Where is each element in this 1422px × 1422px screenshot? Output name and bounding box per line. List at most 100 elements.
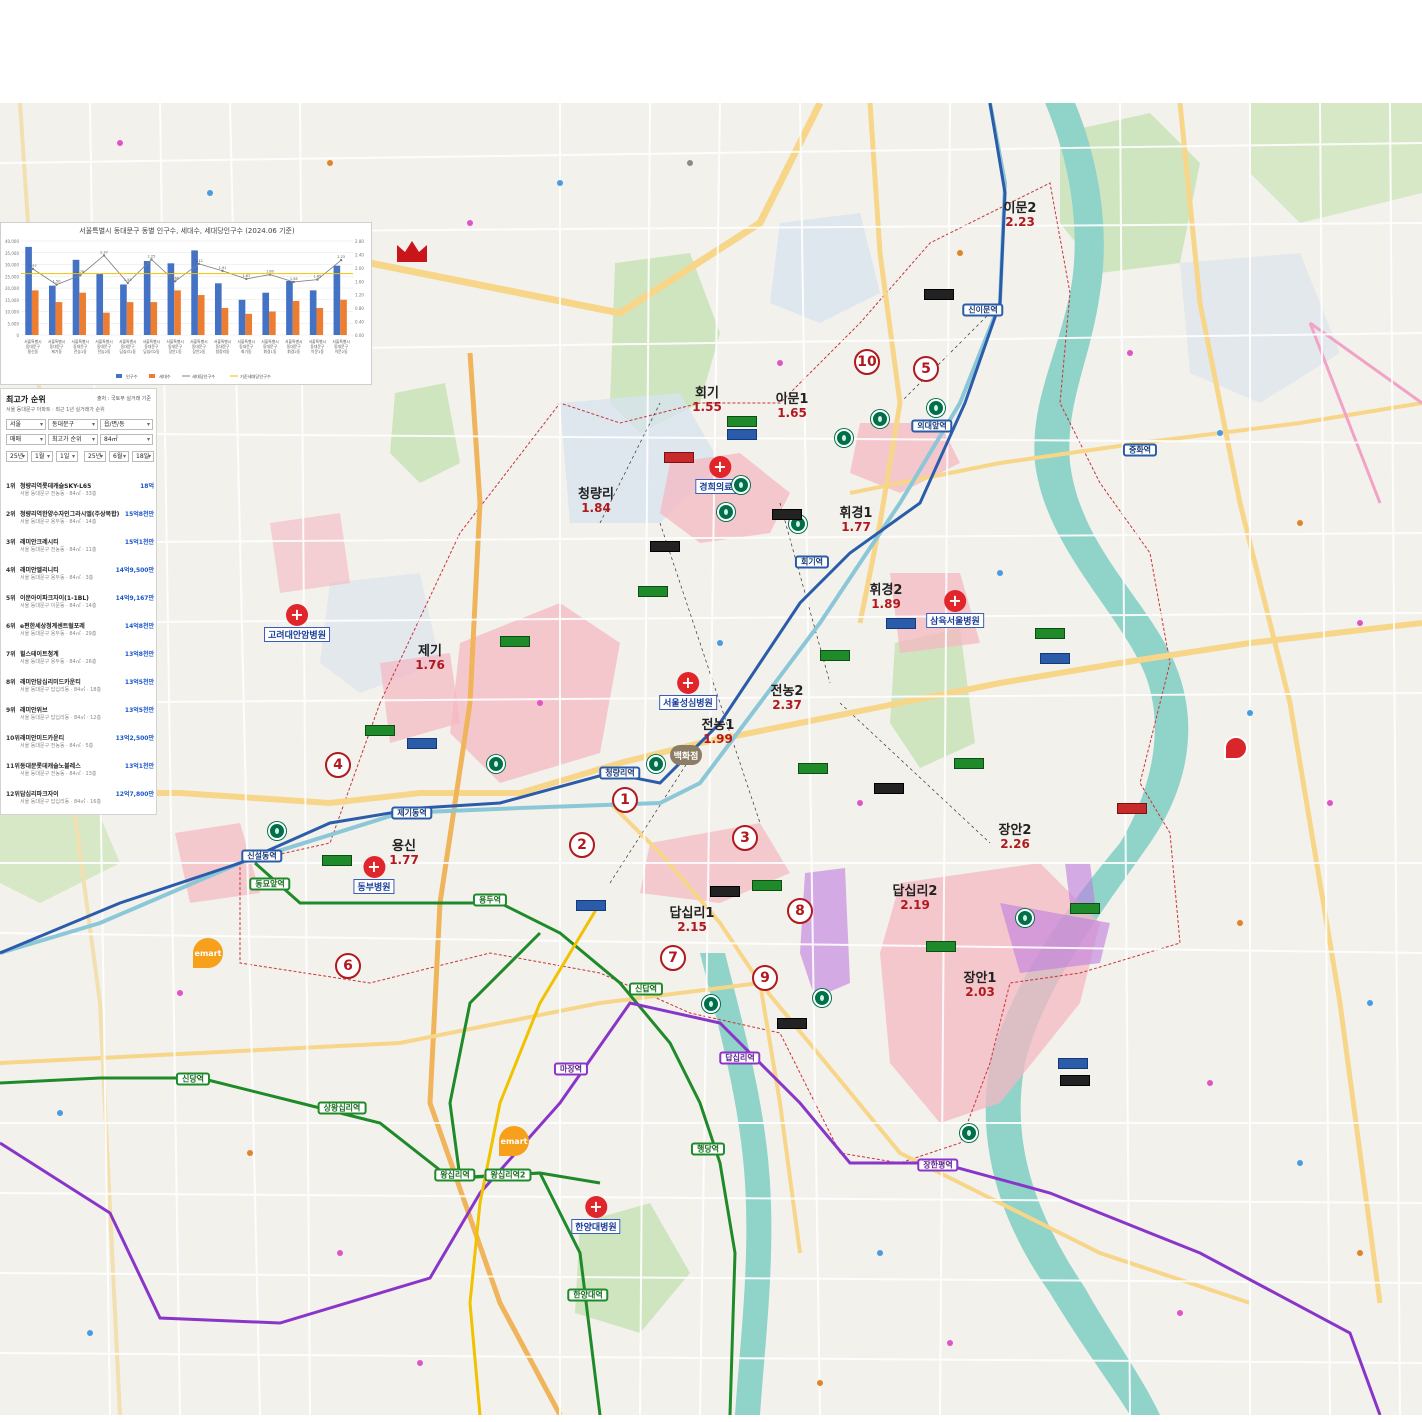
station-wangsimni-2[interactable]: 왕십리역2 — [484, 1168, 532, 1182]
ranking-item[interactable]: 1위 청량리역롯데캐슬SKY-L65 18억 서울 동대문구 전농동 · 84㎡ · … — [6, 481, 154, 501]
apartment-tag[interactable] — [874, 783, 904, 794]
starbucks-icon[interactable] — [268, 822, 286, 840]
apartment-tag[interactable] — [798, 763, 828, 774]
filter-region[interactable]: 서울 — [6, 419, 46, 430]
apartment-tag[interactable] — [752, 880, 782, 891]
zone-number-1[interactable]: 1 — [612, 787, 638, 813]
apartment-tag[interactable] — [407, 738, 437, 749]
station-jegidong[interactable]: 제기동역 — [391, 806, 433, 820]
ranking-item[interactable]: 6위 e편한세상청계센트럴포레 14억8천만 서울 동대문구 용두동 · 84㎡ · … — [6, 621, 154, 641]
station-junghwa[interactable]: 중화역 — [1122, 443, 1158, 457]
ranking-item[interactable]: 4위 래미안엘리니티 14억9,500만 서울 동대문구 용두동 · 84㎡ · 3층 — [6, 565, 154, 585]
starbucks-icon[interactable] — [702, 995, 720, 1013]
homeplus-marker-icon[interactable] — [1224, 736, 1248, 760]
ranking-item[interactable]: 2위 청량리역한양수자인그라시엘(주상복합) 15억8천만 서울 동대문구 용두동 ·… — [6, 509, 154, 529]
filter-start-month[interactable]: 1월 — [31, 451, 53, 462]
filter-deal-type[interactable]: 매매 — [6, 434, 46, 445]
starbucks-icon[interactable] — [813, 989, 831, 1007]
station-sindang[interactable]: 신당역 — [175, 1072, 211, 1086]
apartment-tag[interactable] — [576, 900, 606, 911]
ranking-item[interactable]: 7위 힐스테이트청계 13억8천만 서울 동대문구 용두동 · 84㎡ · 26층 — [6, 649, 154, 669]
station-cheongnyangni[interactable]: 청량리역 — [599, 766, 641, 780]
ranking-item[interactable]: 11위 동대문롯데캐슬노블레스 13억1천만 서울 동대문구 전농동 · 84㎡ · … — [6, 761, 154, 781]
filter-start-year[interactable]: 25년 — [6, 451, 28, 462]
apartment-tag[interactable] — [500, 636, 530, 647]
station-sangwangsimni[interactable]: 상왕십리역 — [317, 1101, 367, 1115]
starbucks-icon[interactable] — [717, 503, 735, 521]
station-majang[interactable]: 마장역 — [553, 1062, 589, 1076]
apartment-tag[interactable] — [638, 586, 668, 597]
apartment-tag[interactable] — [1035, 628, 1065, 639]
zone-number-3[interactable]: 3 — [732, 825, 758, 851]
ranking-item[interactable]: 10위 래미안미드카운티 13억2,500만 서울 동대문구 전농동 · 84㎡ · … — [6, 733, 154, 753]
starbucks-icon[interactable] — [871, 410, 889, 428]
emart-marker-icon[interactable]: emart — [499, 1126, 529, 1156]
emart-marker-icon[interactable]: emart — [193, 938, 223, 968]
starbucks-icon[interactable] — [927, 399, 945, 417]
hospital-seoul-sungsim[interactable]: + 서울성심병원 — [659, 672, 717, 710]
station-dapsimni[interactable]: 답십리역 — [719, 1051, 761, 1065]
filter-sort[interactable]: 최고가 순위 — [48, 434, 98, 445]
station-sinseoldong[interactable]: 신설동역 — [241, 849, 283, 863]
zone-number-7[interactable]: 7 — [660, 945, 686, 971]
apartment-tag[interactable] — [710, 886, 740, 897]
filter-district[interactable]: 동대문구 — [48, 419, 98, 430]
starbucks-icon[interactable] — [647, 755, 665, 773]
apartment-tag[interactable] — [1070, 903, 1100, 914]
zone-number-5[interactable]: 5 — [913, 356, 939, 382]
filter-end-year[interactable]: 25년 — [84, 451, 106, 462]
apartment-tag[interactable] — [777, 1018, 807, 1029]
apartment-tag[interactable] — [954, 758, 984, 769]
apartment-tag[interactable] — [650, 541, 680, 552]
station-haengdang[interactable]: 행당역 — [690, 1142, 726, 1156]
ranking-item[interactable]: 12위 답십리파크자이 12억7,800만 서울 동대문구 답십리동 · 84㎡ · … — [6, 789, 154, 809]
hospital-hanyang-univ[interactable]: + 한양대병원 — [571, 1196, 621, 1234]
starbucks-icon[interactable] — [1016, 909, 1034, 927]
zone-number-6[interactable]: 6 — [335, 953, 361, 979]
apartment-tag[interactable] — [365, 725, 395, 736]
hospital-korea-univ-anam[interactable]: + 고려대안암병원 — [264, 604, 330, 642]
zone-number-4[interactable]: 4 — [325, 752, 351, 778]
apartment-tag[interactable] — [727, 416, 757, 427]
filter-end-day[interactable]: 18일 — [132, 451, 154, 462]
ranking-item[interactable]: 3위 래미안크레시티 15억1천만 서울 동대문구 전농동 · 84㎡ · 11층 — [6, 537, 154, 557]
station-dongmyo-ap[interactable]: 동묘앞역 — [249, 877, 291, 891]
ranking-item[interactable]: 9위 래미안위브 13억5천만 서울 동대문구 답십리동 · 84㎡ · 12층 — [6, 705, 154, 725]
apartment-tag[interactable] — [1058, 1058, 1088, 1069]
apartment-tag[interactable] — [1117, 803, 1147, 814]
zone-number-8[interactable]: 8 — [787, 898, 813, 924]
station-sinimun[interactable]: 신이문역 — [962, 303, 1004, 317]
apartment-tag[interactable] — [926, 941, 956, 952]
hospital-sahmyook[interactable]: + 삼육서울병원 — [926, 590, 984, 628]
apartment-tag[interactable] — [1040, 653, 1070, 664]
starbucks-icon[interactable] — [960, 1124, 978, 1142]
apartment-tag[interactable] — [820, 650, 850, 661]
filter-area[interactable]: 84㎡ — [100, 434, 153, 445]
ranking-item[interactable]: 8위 래미안답십리미드카운티 13억5천만 서울 동대문구 답십리동 · 84㎡ · … — [6, 677, 154, 697]
station-hanyang-univ[interactable]: 한양대역 — [567, 1288, 609, 1302]
station-oedae-ap[interactable]: 외대앞역 — [911, 419, 953, 433]
starbucks-icon[interactable] — [487, 755, 505, 773]
station-yongdu[interactable]: 용두역 — [472, 893, 508, 907]
station-hoegi[interactable]: 회기역 — [794, 555, 830, 569]
zone-number-10[interactable]: 10 — [854, 349, 880, 375]
filter-dong[interactable]: 읍/면/동 — [100, 419, 153, 430]
apartment-tag[interactable] — [664, 452, 694, 463]
zone-number-2[interactable]: 2 — [569, 832, 595, 858]
starbucks-icon[interactable] — [732, 476, 750, 494]
apartment-tag[interactable] — [924, 289, 954, 300]
starbucks-icon[interactable] — [835, 429, 853, 447]
apartment-tag[interactable] — [886, 618, 916, 629]
station-wangsimni[interactable]: 왕십리역 — [434, 1168, 476, 1182]
zone-number-9[interactable]: 9 — [752, 965, 778, 991]
hospital-dongbu[interactable]: + 동부병원 — [353, 856, 395, 894]
filter-end-month[interactable]: 6월 — [109, 451, 129, 462]
filter-start-day[interactable]: 1일 — [56, 451, 78, 462]
apartment-tag[interactable] — [322, 855, 352, 866]
ranking-item[interactable]: 5위 이문아이파크자이(1-1BL) 14억9,167만 서울 동대문구 이문동 · … — [6, 593, 154, 613]
station-sindap[interactable]: 신답역 — [628, 982, 664, 996]
apartment-tag[interactable] — [727, 429, 757, 440]
apartment-tag[interactable] — [772, 509, 802, 520]
station-janghanpyeong[interactable]: 장한평역 — [917, 1158, 959, 1172]
apartment-tag[interactable] — [1060, 1075, 1090, 1086]
